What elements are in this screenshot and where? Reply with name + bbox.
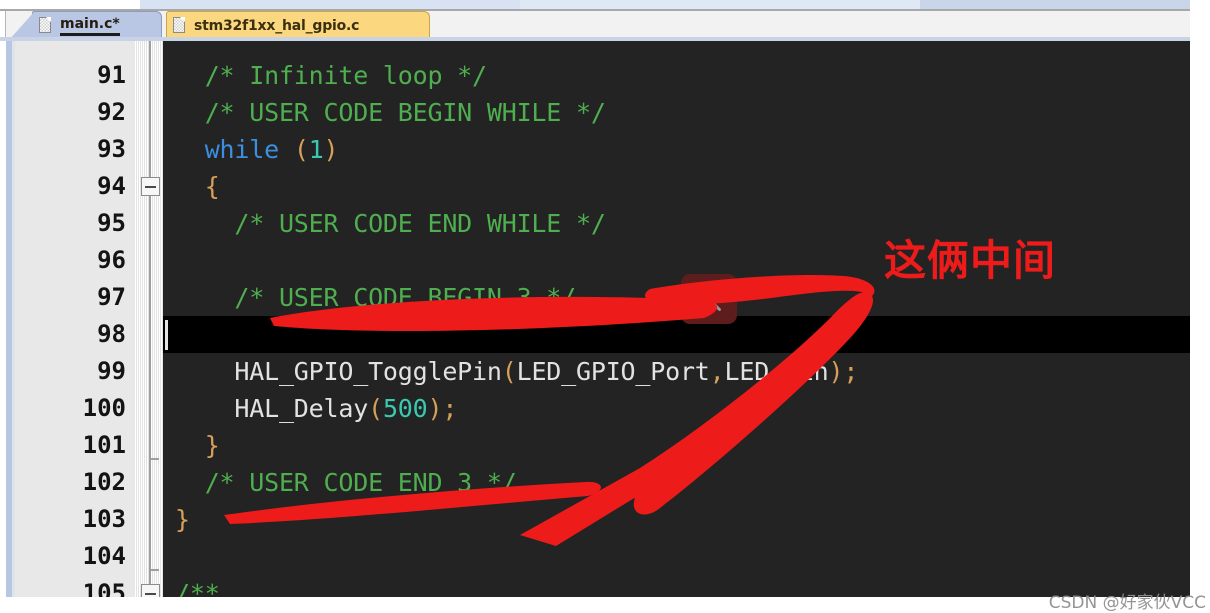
file-icon xyxy=(39,17,53,34)
annotation-chinese-note: 这俩中间 xyxy=(884,236,1057,285)
line-number: 91 xyxy=(97,61,126,89)
code-line[interactable]: } xyxy=(163,427,1190,464)
toolbar-strip-segment-mid xyxy=(140,0,520,9)
code-line[interactable]: while (1) xyxy=(163,131,1190,168)
code-folding-column[interactable] xyxy=(135,41,163,597)
line-number: 95 xyxy=(97,209,126,237)
code-line[interactable]: HAL_GPIO_TogglePin(LED_GPIO_Port,LED_Pin… xyxy=(163,353,1190,390)
tab-label: stm32f1xx_hal_gpio.c xyxy=(194,17,360,34)
code-line[interactable]: { xyxy=(163,168,1190,205)
right-margin xyxy=(1190,0,1210,597)
code-line[interactable]: } xyxy=(163,501,1190,538)
tab-stm32f1xx-hal-gpio-c[interactable]: stm32f1xx_hal_gpio.c xyxy=(166,11,430,39)
code-line[interactable]: /* USER CODE BEGIN WHILE */ xyxy=(163,94,1190,131)
line-number: 102 xyxy=(82,468,126,496)
fold-toggle-icon[interactable] xyxy=(141,584,160,597)
code-line[interactable]: HAL_Delay(500); xyxy=(163,390,1190,427)
bottom-margin xyxy=(0,597,1210,613)
code-line[interactable] xyxy=(163,538,1190,575)
line-number: 103 xyxy=(82,505,126,533)
fold-guide-line xyxy=(149,41,151,597)
line-number: 94 xyxy=(97,172,126,200)
search-icon xyxy=(696,286,721,311)
fold-toggle-icon[interactable] xyxy=(141,177,160,196)
line-number: 100 xyxy=(82,394,126,422)
code-line[interactable] xyxy=(163,316,1190,353)
editor-window: main.c* stm32f1xx_hal_gpio.c 91 92 93 94 95 9… xyxy=(0,0,1210,613)
watermark: CSDN @好家伙VCC xyxy=(1048,593,1206,613)
file-icon xyxy=(173,17,187,34)
fold-end-marker xyxy=(149,458,159,460)
line-number: 96 xyxy=(97,246,126,274)
code-line[interactable]: /* USER CODE END 3 */ xyxy=(163,464,1190,501)
line-number: 101 xyxy=(82,431,126,459)
text-caret xyxy=(165,320,168,350)
code-line[interactable]: /* Infinite loop */ xyxy=(163,57,1190,94)
search-icon-popup[interactable] xyxy=(681,274,737,324)
code-line[interactable]: /** xyxy=(163,575,1190,597)
toolbar-strip xyxy=(0,0,1190,9)
line-number: 99 xyxy=(97,357,126,385)
line-number: 104 xyxy=(82,542,126,570)
line-number: 98 xyxy=(97,320,126,348)
line-number: 105 xyxy=(82,579,126,597)
fold-end-marker xyxy=(149,569,159,571)
line-number-gutter: 91 92 93 94 95 96 97 98 99 100 101 102 103 104 105 xyxy=(15,41,135,597)
tab-main-c[interactable]: main.c* xyxy=(9,11,162,40)
code-text-area[interactable]: /* Infinite loop */ /* USER CODE BEGIN W… xyxy=(163,41,1190,597)
line-number: 92 xyxy=(97,98,126,126)
tab-label: main.c* xyxy=(60,16,120,36)
line-number: 93 xyxy=(97,135,126,163)
code-editor[interactable]: 91 92 93 94 95 96 97 98 99 100 101 102 103 104 105 /* … xyxy=(0,41,1190,597)
toolbar-strip-segment-right xyxy=(520,0,920,9)
line-number: 97 xyxy=(97,283,126,311)
toolbar-strip-segment-left xyxy=(0,0,140,9)
